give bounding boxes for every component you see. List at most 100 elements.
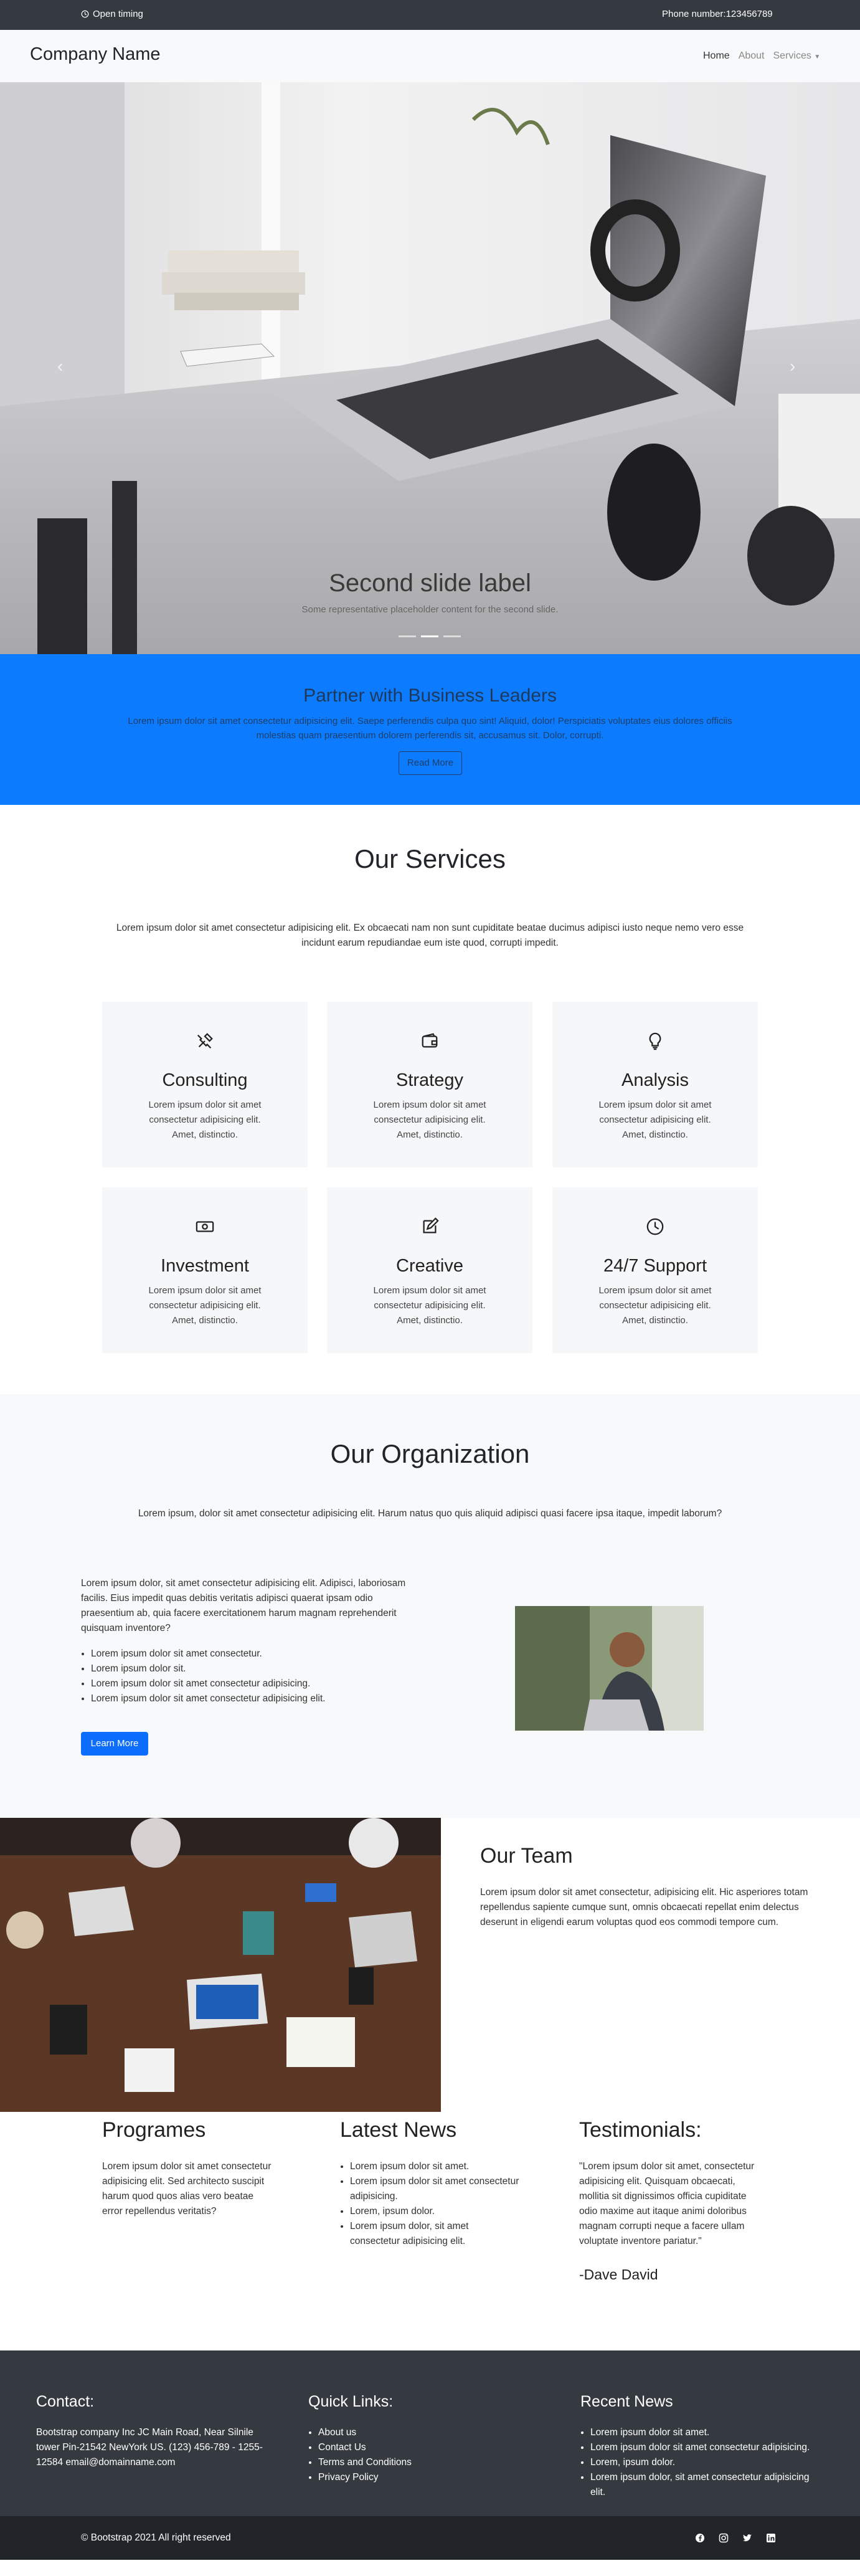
- service-card: Investment Lorem ipsum dolor sit amet co…: [102, 1187, 308, 1353]
- service-card: Consulting Lorem ipsum dolor sit amet co…: [102, 1002, 308, 1167]
- carousel-next-icon[interactable]: ›: [790, 356, 795, 376]
- list-item: Lorem ipsum dolor sit amet.: [590, 2425, 825, 2440]
- brand-logo[interactable]: Company Name: [30, 44, 161, 65]
- list-item: Lorem, ipsum dolor.: [590, 2455, 825, 2470]
- services-title: Our Services: [354, 844, 506, 873]
- service-card: 24/7 Support Lorem ipsum dolor sit amet …: [552, 1187, 758, 1353]
- wallet-icon: [422, 1033, 438, 1048]
- caret-down-icon: ▼: [814, 54, 821, 60]
- service-card-title: Creative: [396, 1256, 463, 1276]
- footer: Contact: Bootstrap company Inc JC Main R…: [0, 2350, 860, 2560]
- carousel-caption-title: Second slide label: [329, 569, 531, 597]
- testimonial-author: -Dave David: [579, 2266, 658, 2283]
- team-text: Lorem ipsum dolor sit amet consectetur, …: [480, 1887, 808, 1927]
- organization-text: Lorem ipsum dolor, sit amet consectetur …: [81, 1578, 406, 1633]
- organization-title: Our Organization: [330, 1439, 530, 1468]
- service-card-title: Investment: [161, 1256, 249, 1276]
- service-card-title: Analysis: [621, 1070, 689, 1090]
- hero-carousel: ‹ › Second slide label Some representati…: [0, 82, 860, 654]
- service-card-text: Lorem ipsum dolor sit amet consectetur a…: [148, 1285, 262, 1326]
- list-item: Lorem ipsum dolor sit amet consectetur a…: [350, 2174, 521, 2204]
- phone-number: Phone number:123456789: [662, 9, 773, 19]
- list-item: Lorem, ipsum dolor.: [350, 2204, 521, 2219]
- pencil-square-icon: [423, 1217, 439, 1233]
- services-lead: Lorem ipsum dolor sit amet consectetur a…: [116, 923, 744, 948]
- learn-more-button[interactable]: Learn More: [81, 1732, 148, 1756]
- list-item: Lorem ipsum dolor sit amet consectetur a…: [590, 2440, 825, 2455]
- footer-bottom-bar: © Bootstrap 2021 All right reserved: [0, 2516, 860, 2560]
- carousel-indicators: [399, 635, 461, 637]
- footer-quick-links: About us Contact Us Terms and Conditions…: [308, 2425, 495, 2485]
- facebook-icon[interactable]: [695, 2533, 705, 2543]
- service-card-title: 24/7 Support: [603, 1256, 707, 1276]
- list-item: Lorem ipsum dolor, sit amet consectetur …: [350, 2219, 521, 2249]
- carousel-caption-text: Some representative placeholder content …: [301, 604, 559, 615]
- programes-title: Programes: [102, 2118, 206, 2142]
- carousel-indicator[interactable]: [399, 635, 416, 637]
- footer-quick-links-title: Quick Links:: [308, 2393, 394, 2410]
- linkedin-icon[interactable]: [766, 2533, 776, 2543]
- footer-link-terms[interactable]: Terms and Conditions: [318, 2455, 495, 2470]
- list-item: Lorem ipsum dolor sit amet consectetur a…: [91, 1676, 427, 1691]
- service-card: Creative Lorem ipsum dolor sit amet cons…: [327, 1187, 532, 1353]
- news-list: Lorem ipsum dolor sit amet. Lorem ipsum …: [340, 2159, 521, 2249]
- partner-section: Partner with Business Leaders Lorem ipsu…: [0, 654, 860, 805]
- nav-home[interactable]: Home: [703, 50, 730, 62]
- cash-icon: [196, 1221, 214, 1232]
- service-card-title: Consulting: [162, 1070, 248, 1090]
- service-card: Strategy Lorem ipsum dolor sit amet cons…: [327, 1002, 532, 1167]
- lightbulb-icon: [649, 1032, 661, 1050]
- list-item: Lorem ipsum dolor sit amet consectetur a…: [91, 1691, 427, 1706]
- list-item: Lorem ipsum dolor sit amet.: [350, 2159, 521, 2174]
- carousel-indicator[interactable]: [443, 635, 461, 637]
- list-item: Lorem ipsum dolor, sit amet consectetur …: [590, 2470, 825, 2500]
- clock-icon: [646, 1218, 664, 1235]
- organization-photo: [515, 1606, 704, 1731]
- footer-link-privacy[interactable]: Privacy Policy: [318, 2470, 495, 2485]
- footer-link-contact[interactable]: Contact Us: [318, 2440, 495, 2455]
- list-item: Lorem ipsum dolor sit amet consectetur.: [91, 1647, 427, 1661]
- footer-recent-news: Lorem ipsum dolor sit amet. Lorem ipsum …: [580, 2425, 825, 2500]
- nav-links: Home About Services ▼: [703, 50, 820, 62]
- list-item: Lorem ipsum dolor sit.: [91, 1661, 427, 1676]
- open-timing-label: Open timing: [93, 9, 143, 19]
- carousel-indicator[interactable]: [421, 635, 438, 637]
- organization-list: Lorem ipsum dolor sit amet consectetur. …: [91, 1647, 427, 1706]
- nav-services-label: Services: [773, 50, 811, 61]
- service-card-text: Lorem ipsum dolor sit amet consectetur a…: [598, 1100, 712, 1140]
- service-card-text: Lorem ipsum dolor sit amet consectetur a…: [373, 1100, 486, 1140]
- navbar: Company Name Home About Services ▼: [0, 30, 860, 82]
- testimonials-title: Testimonials:: [579, 2118, 702, 2142]
- footer-recent-news-title: Recent News: [580, 2393, 673, 2410]
- partner-text: Lorem ipsum dolor sit amet consectetur a…: [128, 716, 732, 741]
- footer-link-about[interactable]: About us: [318, 2425, 495, 2440]
- testimonial-quote: "Lorem ipsum dolor sit amet, consectetur…: [579, 2161, 755, 2246]
- organization-lead: Lorem ipsum, dolor sit amet consectetur …: [138, 1508, 722, 1519]
- service-card-title: Strategy: [396, 1070, 463, 1090]
- hero-image: [0, 82, 860, 654]
- service-card-text: Lorem ipsum dolor sit amet consectetur a…: [373, 1285, 486, 1326]
- read-more-button[interactable]: Read More: [399, 751, 462, 775]
- clock-icon: [81, 10, 89, 18]
- twitter-icon[interactable]: [742, 2533, 752, 2543]
- service-card: Analysis Lorem ipsum dolor sit amet cons…: [552, 1002, 758, 1167]
- carousel-prev-icon[interactable]: ‹: [57, 356, 63, 376]
- footer-contact-text: Bootstrap company Inc JC Main Road, Near…: [36, 2427, 263, 2468]
- instagram-icon[interactable]: [719, 2533, 729, 2543]
- team-photo: [0, 1818, 441, 2112]
- nav-services-dropdown[interactable]: Services ▼: [773, 50, 821, 62]
- programes-text: Lorem ipsum dolor sit amet consectetur a…: [102, 2161, 272, 2217]
- tools-icon: [197, 1033, 213, 1049]
- copyright: © Bootstrap 2021 All right reserved: [81, 2532, 231, 2543]
- social-links: [695, 2533, 776, 2543]
- top-bar: Open timing Phone number:123456789: [0, 0, 860, 30]
- service-card-text: Lorem ipsum dolor sit amet consectetur a…: [148, 1100, 262, 1140]
- service-card-text: Lorem ipsum dolor sit amet consectetur a…: [598, 1285, 712, 1326]
- partner-title: Partner with Business Leaders: [303, 685, 557, 706]
- nav-about[interactable]: About: [739, 50, 765, 62]
- news-title: Latest News: [340, 2118, 457, 2142]
- open-timing: Open timing: [81, 9, 143, 19]
- footer-contact-title: Contact:: [36, 2393, 95, 2410]
- team-title: Our Team: [480, 1844, 573, 1868]
- organization-section: Our Organization Lorem ipsum, dolor sit …: [0, 1394, 860, 1818]
